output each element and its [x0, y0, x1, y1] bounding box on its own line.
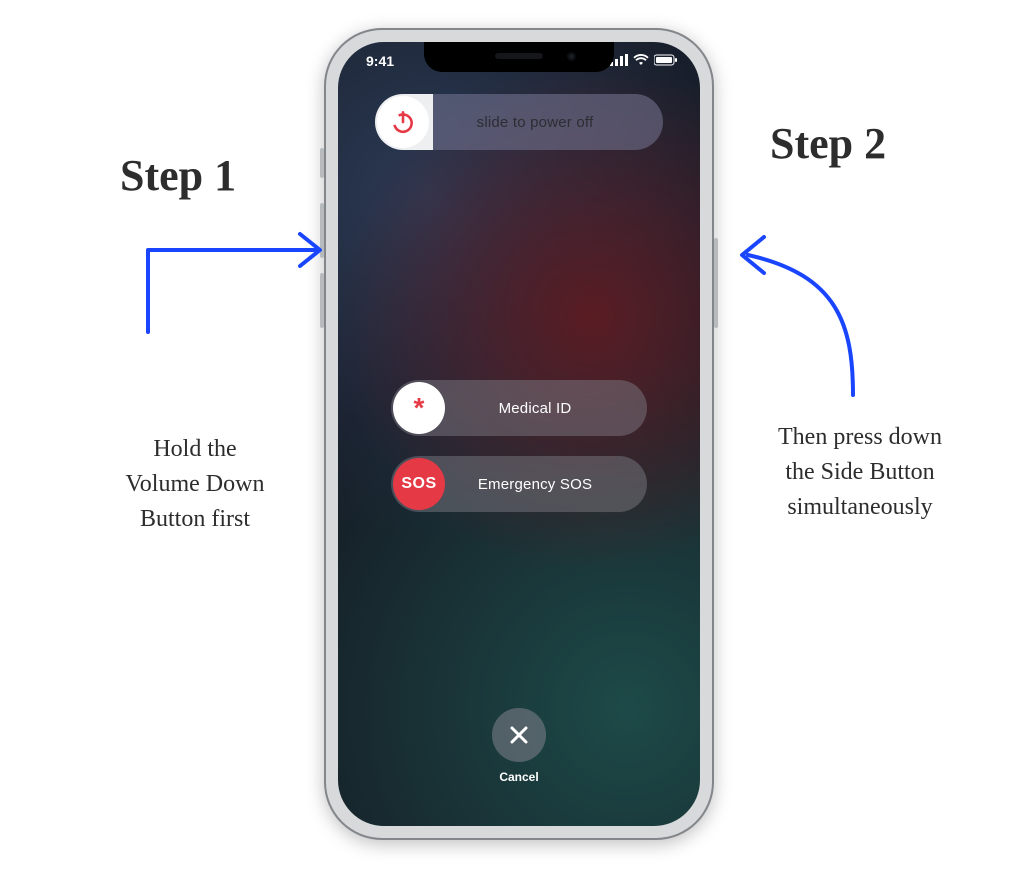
wifi-icon	[633, 54, 649, 66]
power-off-knob[interactable]	[377, 96, 429, 148]
power-off-label: slide to power off	[431, 114, 663, 131]
iphone-mockup: 9:41	[324, 28, 714, 840]
medical-id-knob[interactable]: *	[393, 382, 445, 434]
cancel-group: Cancel	[492, 708, 546, 784]
status-icons	[610, 54, 678, 66]
sos-icon: SOS	[401, 475, 436, 493]
battery-icon	[654, 54, 678, 66]
power-icon	[390, 109, 416, 135]
step2-title: Step 2	[770, 118, 886, 169]
notch	[424, 42, 614, 72]
cancel-button[interactable]	[492, 708, 546, 762]
step2-arrow	[728, 185, 888, 405]
cancel-label: Cancel	[492, 770, 546, 784]
medical-id-label: Medical ID	[447, 400, 647, 417]
step1-arrow	[140, 210, 340, 340]
step1-body: Hold the Volume Down Button first	[95, 432, 295, 536]
silent-switch	[320, 148, 324, 178]
step1-title: Step 1	[120, 150, 236, 201]
asterisk-icon: *	[414, 392, 425, 424]
status-time: 9:41	[366, 53, 394, 69]
phone-screen: 9:41	[338, 42, 700, 826]
medical-id-slider[interactable]: * Medical ID	[391, 380, 647, 436]
emergency-sos-slider[interactable]: SOS Emergency SOS	[391, 456, 647, 512]
close-icon	[508, 724, 530, 746]
power-off-slider[interactable]: slide to power off	[375, 94, 663, 150]
step2-body: Then press down the Side Button simultan…	[745, 420, 975, 524]
sos-knob[interactable]: SOS	[393, 458, 445, 510]
emergency-sos-label: Emergency SOS	[447, 476, 647, 493]
